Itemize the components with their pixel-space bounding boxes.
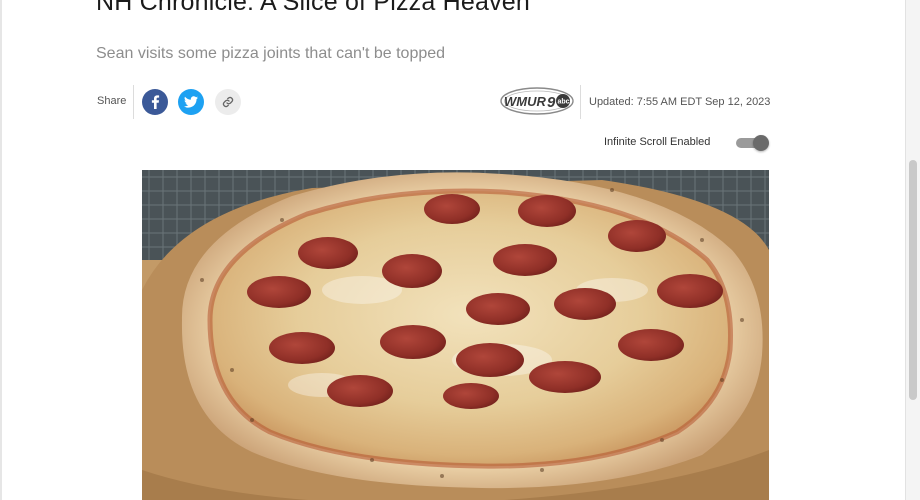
toggle-knob	[753, 135, 769, 151]
share-label: Share	[97, 95, 127, 107]
facebook-icon	[151, 95, 160, 109]
article-subheadline: Sean visits some pizza joints that can't…	[96, 45, 446, 62]
copy-link-button[interactable]	[215, 89, 241, 115]
window-left-edge	[0, 0, 2, 500]
facebook-share-button[interactable]	[142, 89, 168, 115]
wmur-logo-text: WMUR	[504, 94, 546, 109]
vertical-scrollbar[interactable]	[905, 0, 920, 500]
wmur-logo: WMUR 9 abc	[500, 87, 574, 115]
updated-timestamp: Updated: 7:55 AM EDT Sep 12, 2023	[589, 96, 771, 108]
article-page: NH Chronicle: A Slice of Pizza Heaven Se…	[0, 0, 920, 500]
link-icon	[222, 96, 234, 108]
hero-image	[142, 170, 769, 500]
infinite-scroll-toggle[interactable]	[736, 135, 769, 151]
article-headline: NH Chronicle: A Slice of Pizza Heaven	[96, 0, 530, 16]
abc-logo-text: abc	[558, 99, 570, 106]
wmur-channel-number: 9	[547, 94, 556, 111]
infinite-scroll-label: Infinite Scroll Enabled	[604, 136, 711, 148]
share-divider	[133, 85, 134, 119]
meta-divider	[580, 85, 581, 119]
twitter-icon	[184, 96, 198, 108]
pizza-illustration	[142, 170, 769, 500]
twitter-share-button[interactable]	[178, 89, 204, 115]
scrollbar-thumb[interactable]	[909, 160, 917, 400]
